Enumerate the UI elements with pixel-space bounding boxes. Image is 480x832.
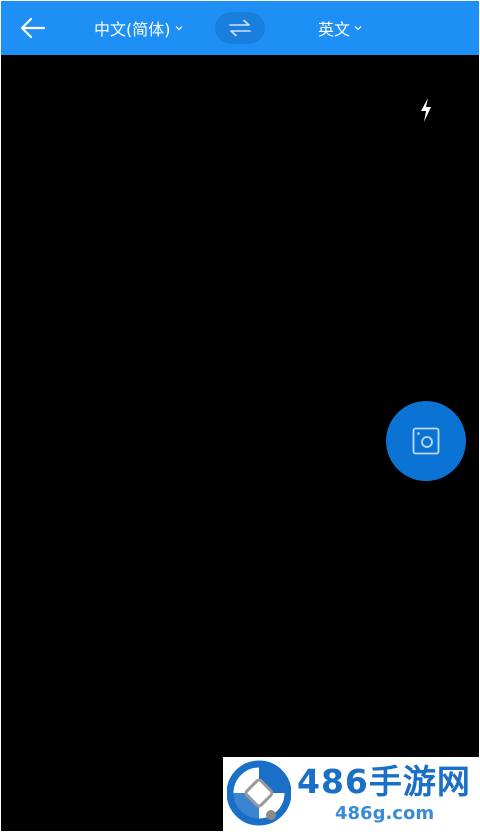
camera-translate-screen: 中文(简体) 英文 486手游网 486g.com	[1, 1, 479, 831]
capture-button[interactable]	[386, 401, 466, 481]
chevron-down-icon	[175, 26, 182, 31]
target-language-select[interactable]: 英文	[318, 1, 362, 55]
source-language-label: 中文(简体)	[94, 20, 171, 39]
site-logo-icon	[227, 760, 291, 826]
flash-icon	[421, 98, 431, 122]
source-language-select[interactable]: 中文(简体)	[94, 1, 183, 55]
swap-arrows-icon	[229, 19, 251, 37]
top-bar: 中文(简体) 英文	[1, 1, 479, 55]
watermark: 486手游网 486g.com	[223, 757, 479, 831]
watermark-url: 486g.com	[335, 803, 435, 824]
back-button[interactable]	[19, 15, 47, 41]
swap-languages-button[interactable]	[215, 12, 265, 44]
arrow-left-icon	[20, 17, 46, 39]
target-language-label: 英文	[318, 20, 351, 39]
watermark-name: 486手游网	[297, 762, 471, 801]
flash-toggle-button[interactable]	[417, 97, 435, 123]
camera-capture-icon	[412, 427, 440, 455]
chevron-down-icon	[354, 26, 362, 31]
